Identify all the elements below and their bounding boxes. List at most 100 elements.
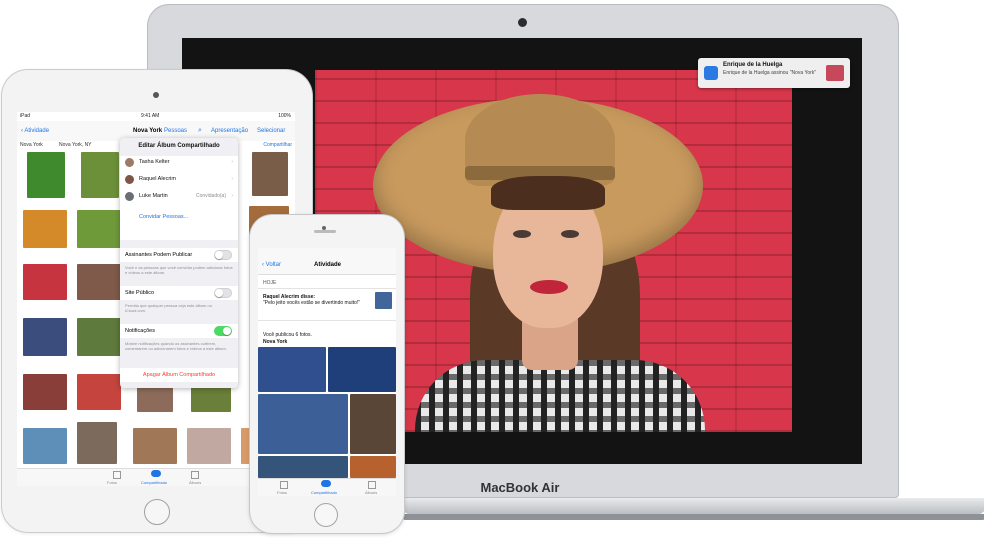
photo-thumbnail[interactable] [258,347,326,392]
public-site-row: Site Público [120,286,238,300]
person-name: Luke Martin [139,193,168,199]
cloud-icon [151,470,161,477]
notification-thumbnail [826,65,844,81]
back-label: Atividade [24,128,50,134]
back-button[interactable]: ‹ Atividade [21,128,49,134]
photo-thumbnail[interactable] [23,210,67,248]
iphone-home-button[interactable] [314,503,338,527]
subscribers-post-toggle[interactable] [214,250,232,260]
tab-photos[interactable]: Fotos [107,480,117,485]
photo-thumbnail[interactable] [81,152,119,198]
status-battery: 100% [278,113,291,119]
people-list: Tasha Kelter › Raquel Alecrim › Luke Mar… [120,156,238,240]
photo-thumbnail[interactable] [77,422,117,464]
subnav-album: Nova York [20,142,43,148]
photos-tab-icon [113,471,121,479]
photo-bangs [491,176,605,210]
toggle-knob [215,251,223,259]
notifications-row: Notificações [120,324,238,338]
toggle-knob [223,327,231,335]
webcam-icon [518,18,527,27]
invited-status: Convidado(a) [195,193,226,199]
comment-photo-thumbnail[interactable] [375,292,392,309]
albums-tab-icon [191,471,199,479]
photo-eye-right [561,230,579,238]
person-name: Raquel Alecrim [139,176,176,182]
ipad-status-bar: iPad 9:41 AM 100% [17,112,295,121]
photo-thumbnail[interactable] [252,152,288,196]
divider [258,288,396,289]
photo-lips [530,280,568,294]
post-album: Nova York [263,339,288,345]
person-name: Tasha Kelter [139,159,170,165]
notification-title: Enrique de la Huelga [723,62,783,68]
person-row[interactable]: Raquel Alecrim › [120,173,238,186]
iphone-tab-albums[interactable]: Álbuns [365,490,377,495]
people-button[interactable]: Pessoas [164,128,187,134]
cloud-icon [321,480,331,487]
public-site-note: Permita que qualquer pessoa veja este ál… [125,303,212,313]
iphone-nav-bar: ‹ Voltar Atividade [258,248,396,275]
macbook-brand-label: MacBook Air [480,480,560,495]
photo-thumbnail[interactable] [133,428,177,464]
ipad-home-button[interactable] [144,499,170,525]
public-site-toggle[interactable] [214,288,232,298]
subnav-location: Nova York, NY [59,142,92,148]
notifications-toggle[interactable] [214,326,232,336]
avatar [125,192,134,201]
tab-shared[interactable]: Compartilhado [141,480,167,485]
toggle-knob [215,289,223,297]
photo-thumbnail[interactable] [23,374,67,410]
presentation-button[interactable]: Apresentação [211,128,248,134]
comment-text: "Pelo jeito vocês estão se divertindo mu… [263,300,360,306]
avatar [125,158,134,167]
subscribers-post-label: Assinantes Podem Publicar [125,252,193,258]
iphone-tab-shared[interactable]: Compartilhado [311,490,337,495]
photo-thumbnail[interactable] [77,264,121,300]
macbook-base-lip [400,514,984,520]
photo-thumbnail[interactable] [77,374,121,410]
iphone-back-button[interactable]: ‹ Voltar [262,262,281,268]
photo-thumbnail[interactable] [350,456,396,478]
iphone-tab-photos[interactable]: Fotos [277,490,287,495]
post-text: Você publicou 6 fotos. [263,332,312,338]
notification-banner[interactable]: Enrique de la Huelga Enrique de la Huelg… [698,58,850,88]
photo-thumbnail[interactable] [27,152,65,198]
photo-thumbnail[interactable] [258,456,348,478]
photo-thumbnail[interactable] [23,428,67,464]
search-icon[interactable]: ⌕ [198,127,202,135]
photo-thumbnail[interactable] [77,210,121,248]
delete-album-button[interactable]: Apagar Álbum Compartilhado [120,372,238,378]
popover-title: Editar Álbum Compartilhado [138,143,220,149]
iphone-tab-bar: Fotos Compartilhado Álbuns [258,478,396,496]
photo-thumbnail[interactable] [23,318,67,356]
photos-tab-icon [280,481,288,489]
invite-people-button[interactable]: Convidar Pessoas... [120,211,238,224]
iphone-back-label: Voltar [265,262,282,268]
photo-thumbnail[interactable] [137,384,173,412]
tab-albums[interactable]: Álbuns [189,480,201,485]
photo-eye-left [513,230,531,238]
iphone-title: Atividade [314,262,342,268]
chevron-right-icon: › [231,176,233,182]
select-button[interactable]: Selecionar [257,128,285,134]
photo-thumbnail[interactable] [187,428,231,464]
ipad-camera-icon [153,92,159,98]
albums-tab-icon [368,481,376,489]
photo-thumbnail[interactable] [77,318,121,356]
edit-shared-album-popover: Editar Álbum Compartilhado Tasha Kelter … [120,138,238,388]
photo-thumbnail[interactable] [258,394,348,454]
divider [258,320,396,321]
share-button[interactable]: Compartilhar [263,142,292,148]
photo-shirt [415,360,705,432]
photo-thumbnail[interactable] [350,394,396,454]
status-time: 9:41 AM [141,113,160,119]
photo-thumbnail[interactable] [191,384,231,412]
person-row[interactable]: Luke Martin Convidado(a) › [120,190,238,203]
notifications-label: Notificações [125,328,155,334]
public-site-label: Site Público [125,290,155,296]
photo-thumbnail[interactable] [328,347,396,392]
photo-thumbnail[interactable] [23,264,67,300]
iphone-speaker [314,230,336,233]
person-row[interactable]: Tasha Kelter › [120,156,238,169]
